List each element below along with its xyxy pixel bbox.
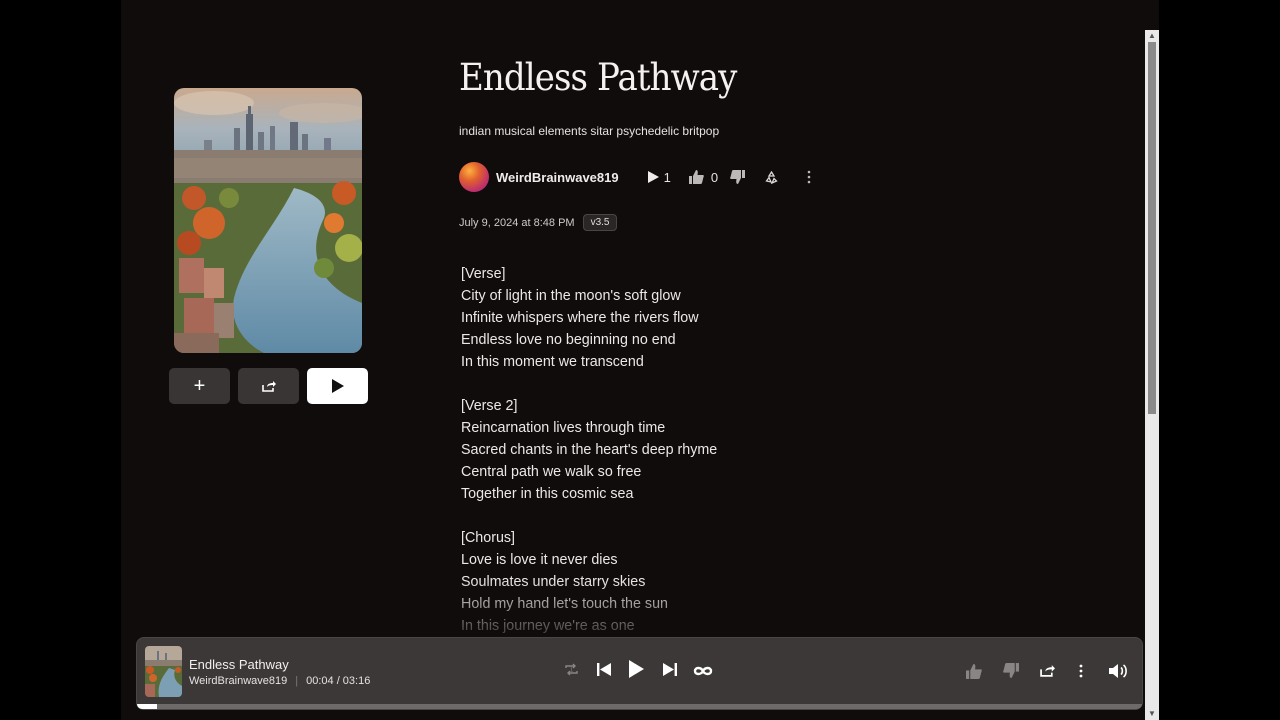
author-name[interactable]: WeirdBrainwave819 [496,170,619,185]
separator: | [295,675,299,687]
song-tags[interactable]: indian musical elements sitar psychedeli… [459,124,719,138]
player-more-button[interactable] [1079,664,1083,683]
svg-text:1: 1 [570,668,573,674]
date-row: July 9, 2024 at 8:48 PM v3.5 [459,214,618,231]
thumbs-up-icon [966,664,982,679]
play-icon [629,660,644,678]
share-button[interactable] [238,368,299,404]
lyrics-spacer [461,505,961,527]
thumbs-down-icon [1003,663,1019,678]
play-count[interactable]: 1 [647,169,671,185]
scroll-down-arrow-icon[interactable]: ▼ [1148,710,1156,718]
play-button[interactable] [307,368,368,404]
lyric-line: Infinite whispers where the rivers flow [461,310,699,326]
progress-bar[interactable] [137,704,1142,709]
like-button[interactable]: 0 [688,169,719,185]
player-dislike-button[interactable] [1003,663,1019,683]
skip-previous-icon [597,663,611,676]
add-button[interactable]: + [169,368,230,404]
cover-art[interactable] [174,88,362,353]
created-date: July 9, 2024 at 8:48 PM [459,216,575,229]
play-icon [647,171,659,183]
share-icon [1040,665,1055,677]
repeat-button[interactable]: 1 [564,662,579,682]
page-scrollbar[interactable]: ▲ ▼ [1145,30,1159,720]
volume-icon [1109,664,1127,678]
lyric-line: Sacred chants in the heart's deep rhyme [461,442,718,458]
recycle-icon [765,170,778,184]
player-time: 00:04 / 03:16 [306,675,371,687]
player-title[interactable]: Endless Pathway [189,657,289,672]
loop-button[interactable] [693,664,713,682]
volume-button[interactable] [1109,663,1129,684]
share-icon [261,381,276,392]
more-vertical-icon [807,170,811,184]
player-bar: Endless Pathway WeirdBrainwave819 | 00:0… [136,637,1143,710]
player-like-button[interactable] [966,664,982,684]
lyric-line: Central path we walk so free [461,464,642,480]
plus-icon: + [193,374,206,397]
thumbs-up-icon [688,170,704,184]
lyric-line: Together in this cosmic sea [461,486,634,502]
lyric-line: Endless love no beginning no end [461,332,676,348]
more-vertical-icon [1079,664,1083,678]
thumbs-down-icon [730,170,746,184]
player-author[interactable]: WeirdBrainwave819 [189,675,287,687]
song-page: + Endless Pathway indian musical element… [121,0,1159,720]
scroll-thumb[interactable] [1148,42,1156,414]
scroll-up-arrow-icon[interactable]: ▲ [1148,32,1156,40]
lyric-line: Love is love it never dies [461,552,618,568]
progress-fill[interactable] [137,704,158,709]
dislike-button[interactable] [730,170,746,184]
lyric-line: [Verse 2] [461,398,518,414]
more-options-button[interactable] [807,170,811,184]
lyrics-spacer [461,373,961,395]
meta-row: WeirdBrainwave819 1 0 [459,162,811,192]
cover-actions: + [169,368,368,404]
play-icon [331,379,344,393]
next-button[interactable] [663,662,677,682]
remix-button[interactable] [765,170,778,184]
player-share-button[interactable] [1040,664,1055,682]
like-count: 0 [710,169,719,185]
avatar[interactable] [459,162,489,192]
lyric-line: Reincarnation lives through time [461,420,666,436]
player-subtitle: WeirdBrainwave819 | 00:04 / 03:16 [189,675,370,687]
song-title: Endless Pathway [459,56,737,99]
lyric-line: City of light in the moon's soft glow [461,288,681,304]
play-count-value: 1 [663,169,671,185]
lyric-line: [Chorus] [461,530,516,546]
version-badge: v3.5 [582,214,618,231]
infinity-icon [693,666,713,676]
player-cover-art[interactable] [145,646,182,697]
player-play-button[interactable] [628,660,644,683]
previous-button[interactable] [597,662,611,682]
lyric-line: In this moment we transcend [461,354,644,370]
skip-next-icon [663,663,677,676]
repeat-icon: 1 [565,663,578,676]
lyrics-fade [421,580,1121,640]
lyric-line: [Verse] [461,266,506,282]
